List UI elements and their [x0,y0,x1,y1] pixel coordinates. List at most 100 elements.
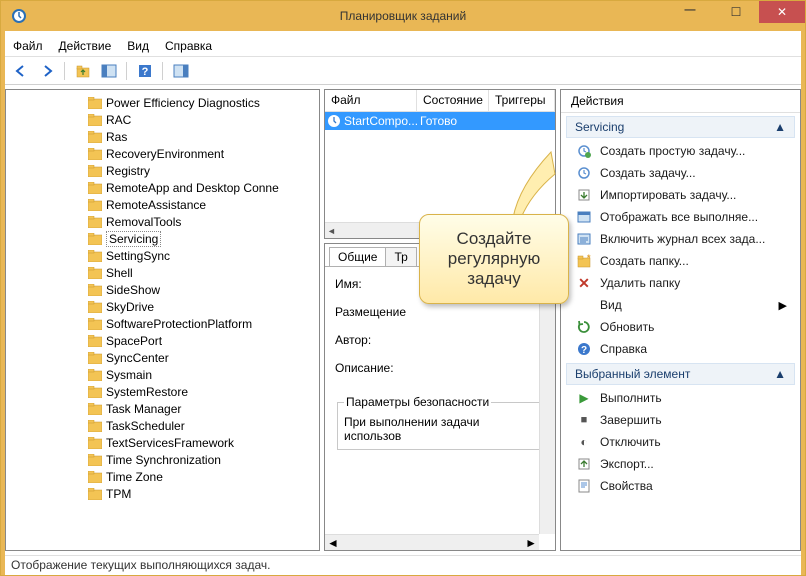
action-icon: ▶ [576,390,592,406]
action-item[interactable]: Создать простую задачу... [566,140,795,162]
tree-item[interactable]: SettingSync [10,247,319,264]
action-icon: * [576,253,592,269]
tree-item[interactable]: TaskScheduler [10,417,319,434]
tree-item[interactable]: Servicing [10,230,319,247]
show-hide-actions-button[interactable] [169,59,192,82]
folder-icon [88,369,102,381]
tree-item[interactable]: RecoveryEnvironment [10,145,319,162]
toolbar-divider [64,62,65,80]
tree-item[interactable]: Registry [10,162,319,179]
security-group-label: Параметры безопасности [344,395,491,409]
action-item[interactable]: ◐Отключить [566,431,795,453]
callout-line: задачу [430,269,558,289]
security-line: При выполнении задачи использов [344,415,536,443]
tree-item-label: SpacePort [106,334,162,348]
tree-item[interactable]: RemoteApp and Desktop Conne [10,179,319,196]
titlebar[interactable]: Планировщик заданий [1,1,805,31]
action-label: Отключить [600,435,661,449]
column-file[interactable]: Файл [325,90,417,111]
tree-item[interactable]: RemoteAssistance [10,196,319,213]
show-hide-tree-button[interactable] [97,59,120,82]
tree-item[interactable]: RemovalTools [10,213,319,230]
tree-item[interactable]: SyncCenter [10,349,319,366]
tab-triggers[interactable]: Тр [385,247,416,266]
tree-item[interactable]: Task Manager [10,400,319,417]
svg-text:?: ? [581,345,587,356]
tree-item-label: Task Manager [106,402,181,416]
menu-help[interactable]: Справка [165,39,212,53]
submenu-arrow-icon: ▶ [779,299,787,312]
tree-pane[interactable]: Power Efficiency DiagnosticsRACRasRecove… [5,89,320,551]
action-item[interactable]: Экспорт... [566,453,795,475]
tree-item[interactable]: SoftwareProtectionPlatform [10,315,319,332]
actions-group-servicing[interactable]: Servicing ▲ [566,116,795,138]
callout-line: регулярную [430,249,558,269]
action-item[interactable]: Обновить [566,316,795,338]
minimize-button[interactable] [667,1,713,23]
tree-item-label: Registry [106,164,150,178]
maximize-button[interactable] [713,1,759,23]
menu-view[interactable]: Вид [127,39,149,53]
action-item[interactable]: Создать задачу... [566,162,795,184]
action-item[interactable]: Отображать все выполняе... [566,206,795,228]
action-icon: ✕ [576,275,592,291]
tree-item[interactable]: Power Efficiency Diagnostics [10,94,319,111]
action-item[interactable]: ■Завершить [566,409,795,431]
back-button[interactable] [9,59,32,82]
tree-item[interactable]: Shell [10,264,319,281]
action-label: Завершить [600,413,662,427]
help-button[interactable]: ? [133,59,156,82]
action-item[interactable]: ✕ Удалить папку [566,272,795,294]
folder-icon [88,267,102,279]
action-item[interactable]: Включить журнал всех зада... [566,228,795,250]
tree-item-label: SideShow [106,283,160,297]
tree-item-label: Time Zone [106,470,163,484]
folder-icon [88,148,102,160]
folder-icon [88,165,102,177]
task-state: Готово [420,114,461,128]
action-item[interactable]: Импортировать задачу... [566,184,795,206]
tab-general[interactable]: Общие [329,247,386,266]
close-button[interactable] [759,1,805,23]
tree-item[interactable]: SideShow [10,281,319,298]
action-icon [576,297,592,313]
tree-item[interactable]: Time Zone [10,468,319,485]
collapse-icon: ▲ [774,120,786,134]
menu-action[interactable]: Действие [59,39,112,53]
tree-item[interactable]: SystemRestore [10,383,319,400]
tree-item[interactable]: SpacePort [10,332,319,349]
actions-group-selected[interactable]: Выбранный элемент ▲ [566,363,795,385]
horizontal-scrollbar[interactable]: ◄► [325,534,539,550]
action-item[interactable]: Вид▶ [566,294,795,316]
folder-icon [88,352,102,364]
action-icon [576,165,592,181]
column-triggers[interactable]: Триггеры [489,90,555,111]
forward-button[interactable] [35,59,58,82]
column-state[interactable]: Состояние [417,90,489,111]
tree-item[interactable]: TPM [10,485,319,502]
tree-item[interactable]: Time Synchronization [10,451,319,468]
folder-icon [88,182,102,194]
tree-item[interactable]: SkyDrive [10,298,319,315]
action-label: Экспорт... [600,457,654,471]
action-item[interactable]: ?Справка [566,338,795,360]
status-text: Отображение текущих выполняющихся задач. [11,558,270,572]
action-item[interactable]: *Создать папку... [566,250,795,272]
security-group: Параметры безопасности При выполнении за… [337,395,543,450]
window-controls [667,1,805,23]
up-button[interactable] [71,59,94,82]
tree-item-label: TextServicesFramework [106,436,234,450]
menu-file[interactable]: Файл [13,39,43,53]
action-item[interactable]: ▶Выполнить [566,387,795,409]
tree-item[interactable]: Ras [10,128,319,145]
tree-item[interactable]: Sysmain [10,366,319,383]
task-row[interactable]: StartCompo... Готово [325,112,555,130]
folder-icon [88,335,102,347]
collapse-icon: ▲ [774,367,786,381]
action-item[interactable]: Свойства [566,475,795,497]
tree-item[interactable]: TextServicesFramework [10,434,319,451]
action-label: Удалить папку [600,276,680,290]
callout-bubble: Создайте регулярную задачу [419,214,569,304]
folder-icon [88,437,102,449]
tree-item[interactable]: RAC [10,111,319,128]
